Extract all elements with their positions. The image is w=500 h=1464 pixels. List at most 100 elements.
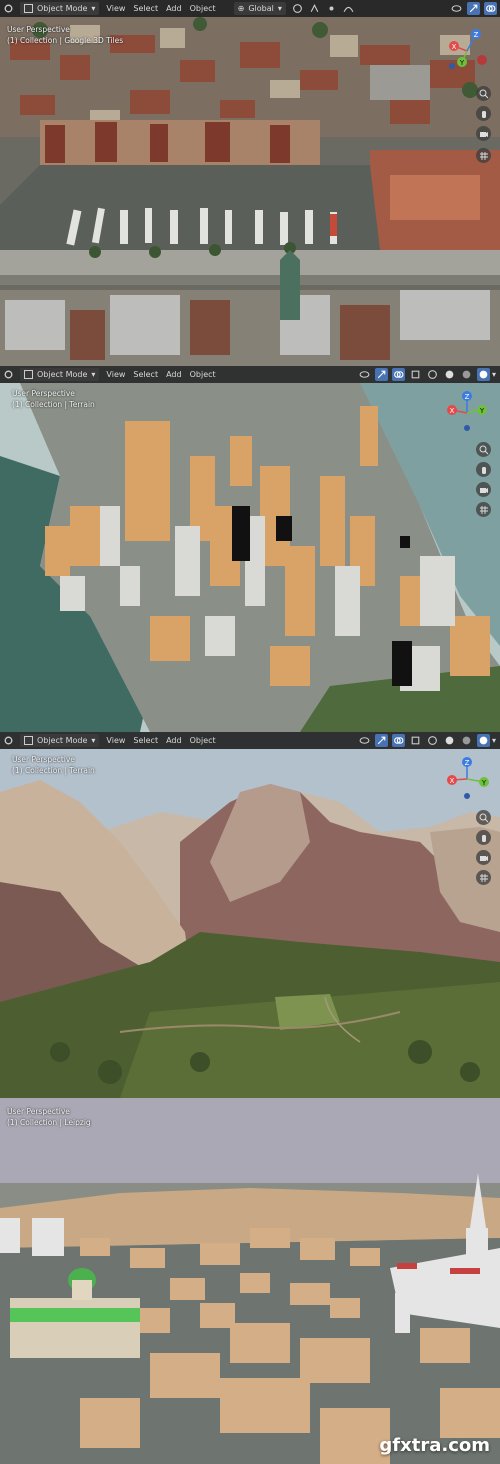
- object-mode-dropdown[interactable]: Object Mode ▾: [20, 368, 100, 381]
- terrain-scene-mountains: [0, 732, 500, 1098]
- viewport-info: User Perspective (1) Collection | Terrai…: [12, 388, 95, 410]
- wireframe-shading-icon[interactable]: [426, 368, 439, 381]
- gizmo-neg-z-axis: [464, 425, 470, 431]
- editor-type-icon[interactable]: [2, 734, 15, 747]
- material-shading-icon[interactable]: [460, 368, 473, 381]
- camera-icon[interactable]: [476, 126, 491, 141]
- chevron-down-icon: ▾: [91, 370, 96, 379]
- visibility-icon[interactable]: [450, 2, 463, 15]
- city-scene-newyork: [0, 366, 500, 732]
- snap-icon[interactable]: [308, 2, 321, 15]
- viewport-header: Object Mode ▾ View Select Add Object ▾: [0, 732, 500, 749]
- gizmo-toggle-icon[interactable]: [374, 368, 388, 381]
- material-shading-icon[interactable]: [460, 734, 473, 747]
- viewport-panel-amsterdam[interactable]: Object Mode ▾ View Select Add Object ⊕ Glo…: [0, 0, 500, 366]
- overlay-toggle-icon[interactable]: [484, 2, 497, 15]
- gizmo-toggle-icon[interactable]: [374, 734, 388, 747]
- menu-object[interactable]: Object: [186, 732, 220, 749]
- pan-hand-icon[interactable]: [476, 106, 491, 121]
- viewport-info: User Perspective (1) Collection | Google…: [7, 24, 123, 46]
- watermark-text: gfxtra.com: [379, 1435, 490, 1456]
- menu-view[interactable]: View: [102, 732, 129, 749]
- grid-icon[interactable]: [476, 148, 491, 163]
- object-mode-dropdown[interactable]: Object Mode ▾: [20, 2, 100, 15]
- rendered-shading-icon[interactable]: [476, 368, 490, 381]
- gizmo-toggle-icon[interactable]: [467, 2, 480, 15]
- viewport-info: User Perspective (1) Collection | Terrai…: [12, 754, 95, 776]
- zoom-icon[interactable]: [476, 86, 491, 101]
- gizmo-neg-z-axis: [449, 63, 455, 69]
- gizmo-x-label: X: [450, 407, 455, 415]
- navigation-gizmo[interactable]: Z X Y: [442, 754, 492, 804]
- menu-object[interactable]: Object: [186, 366, 220, 383]
- solid-shading-icon[interactable]: [443, 734, 456, 747]
- object-mode-icon: [24, 736, 33, 745]
- menu-add[interactable]: Add: [162, 0, 186, 17]
- camera-icon[interactable]: [476, 850, 491, 865]
- collection-label: (1) Collection | Terrain: [12, 766, 95, 775]
- gizmo-neg-x-axis: [477, 55, 487, 65]
- menu-select[interactable]: Select: [129, 366, 162, 383]
- city-scene-leipzig: [0, 1098, 500, 1464]
- grid-icon[interactable]: [476, 502, 491, 517]
- gizmo-z-label: Z: [465, 759, 470, 767]
- visibility-icon[interactable]: [358, 368, 371, 381]
- gizmo-neg-z-axis: [464, 793, 470, 799]
- rendered-shading-icon[interactable]: [476, 734, 490, 747]
- proportional-edit-icon[interactable]: [325, 2, 338, 15]
- gizmo-x-label: X: [450, 777, 455, 785]
- menu-add[interactable]: Add: [162, 366, 186, 383]
- menu-select[interactable]: Select: [129, 732, 162, 749]
- perspective-label: User Perspective: [12, 755, 75, 764]
- chevron-down-icon[interactable]: ▾: [492, 370, 496, 379]
- editor-type-icon[interactable]: [2, 2, 15, 15]
- gizmo-y-label: Y: [481, 779, 487, 787]
- viewport-panel-newyork[interactable]: Object Mode ▾ View Select Add Object ▾ Us…: [0, 366, 500, 732]
- viewport-info: User Perspective (1) Collection | Leipzi…: [7, 1106, 91, 1128]
- object-mode-dropdown[interactable]: Object Mode ▾: [20, 734, 100, 747]
- menu-add[interactable]: Add: [162, 732, 186, 749]
- gizmo-z-label: Z: [474, 31, 479, 39]
- overlay-toggle-icon[interactable]: [391, 734, 405, 747]
- object-mode-label: Object Mode: [37, 4, 88, 13]
- object-mode-label: Object Mode: [37, 370, 88, 379]
- solid-shading-icon[interactable]: [443, 368, 456, 381]
- transform-orientation-dropdown[interactable]: ⊕ Global ▾: [233, 2, 286, 15]
- navigation-gizmo[interactable]: Z X Y: [442, 388, 492, 438]
- object-mode-icon: [24, 4, 33, 13]
- chevron-down-icon[interactable]: ▾: [492, 736, 496, 745]
- overlay-toggle-icon[interactable]: [391, 368, 405, 381]
- menu-object[interactable]: Object: [186, 0, 220, 17]
- gizmo-y-label: Y: [479, 407, 485, 415]
- zoom-icon[interactable]: [476, 810, 491, 825]
- xray-icon[interactable]: [409, 368, 422, 381]
- collection-label: (1) Collection | Terrain: [12, 400, 95, 409]
- viewport-panel-mountains[interactable]: Object Mode ▾ View Select Add Object ▾ Us…: [0, 732, 500, 1098]
- pan-hand-icon[interactable]: [476, 830, 491, 845]
- navigation-gizmo[interactable]: Z X Y: [442, 26, 492, 76]
- menu-view[interactable]: View: [102, 366, 129, 383]
- xray-icon[interactable]: [409, 734, 422, 747]
- gizmo-z-label: Z: [465, 393, 470, 401]
- pivot-icon[interactable]: [291, 2, 304, 15]
- pan-hand-icon[interactable]: [476, 462, 491, 477]
- chevron-down-icon: ▾: [91, 736, 96, 745]
- perspective-label: User Perspective: [7, 1107, 70, 1116]
- camera-icon[interactable]: [476, 482, 491, 497]
- object-mode-icon: [24, 370, 33, 379]
- menu-view[interactable]: View: [102, 0, 129, 17]
- viewport-panel-leipzig[interactable]: User Perspective (1) Collection | Leipzi…: [0, 1098, 500, 1464]
- menu-select[interactable]: Select: [129, 0, 162, 17]
- wireframe-shading-icon[interactable]: [426, 734, 439, 747]
- grid-icon[interactable]: [476, 870, 491, 885]
- perspective-label: User Perspective: [7, 25, 70, 34]
- editor-type-icon[interactable]: [2, 368, 15, 381]
- object-mode-label: Object Mode: [37, 736, 88, 745]
- viewport-header: Object Mode ▾ View Select Add Object ▾: [0, 366, 500, 383]
- perspective-label: User Perspective: [12, 389, 75, 398]
- falloff-icon[interactable]: [342, 2, 355, 15]
- visibility-icon[interactable]: [358, 734, 371, 747]
- viewport-header: Object Mode ▾ View Select Add Object ⊕ Glo…: [0, 0, 500, 17]
- zoom-icon[interactable]: [476, 442, 491, 457]
- chevron-down-icon: ▾: [91, 4, 96, 13]
